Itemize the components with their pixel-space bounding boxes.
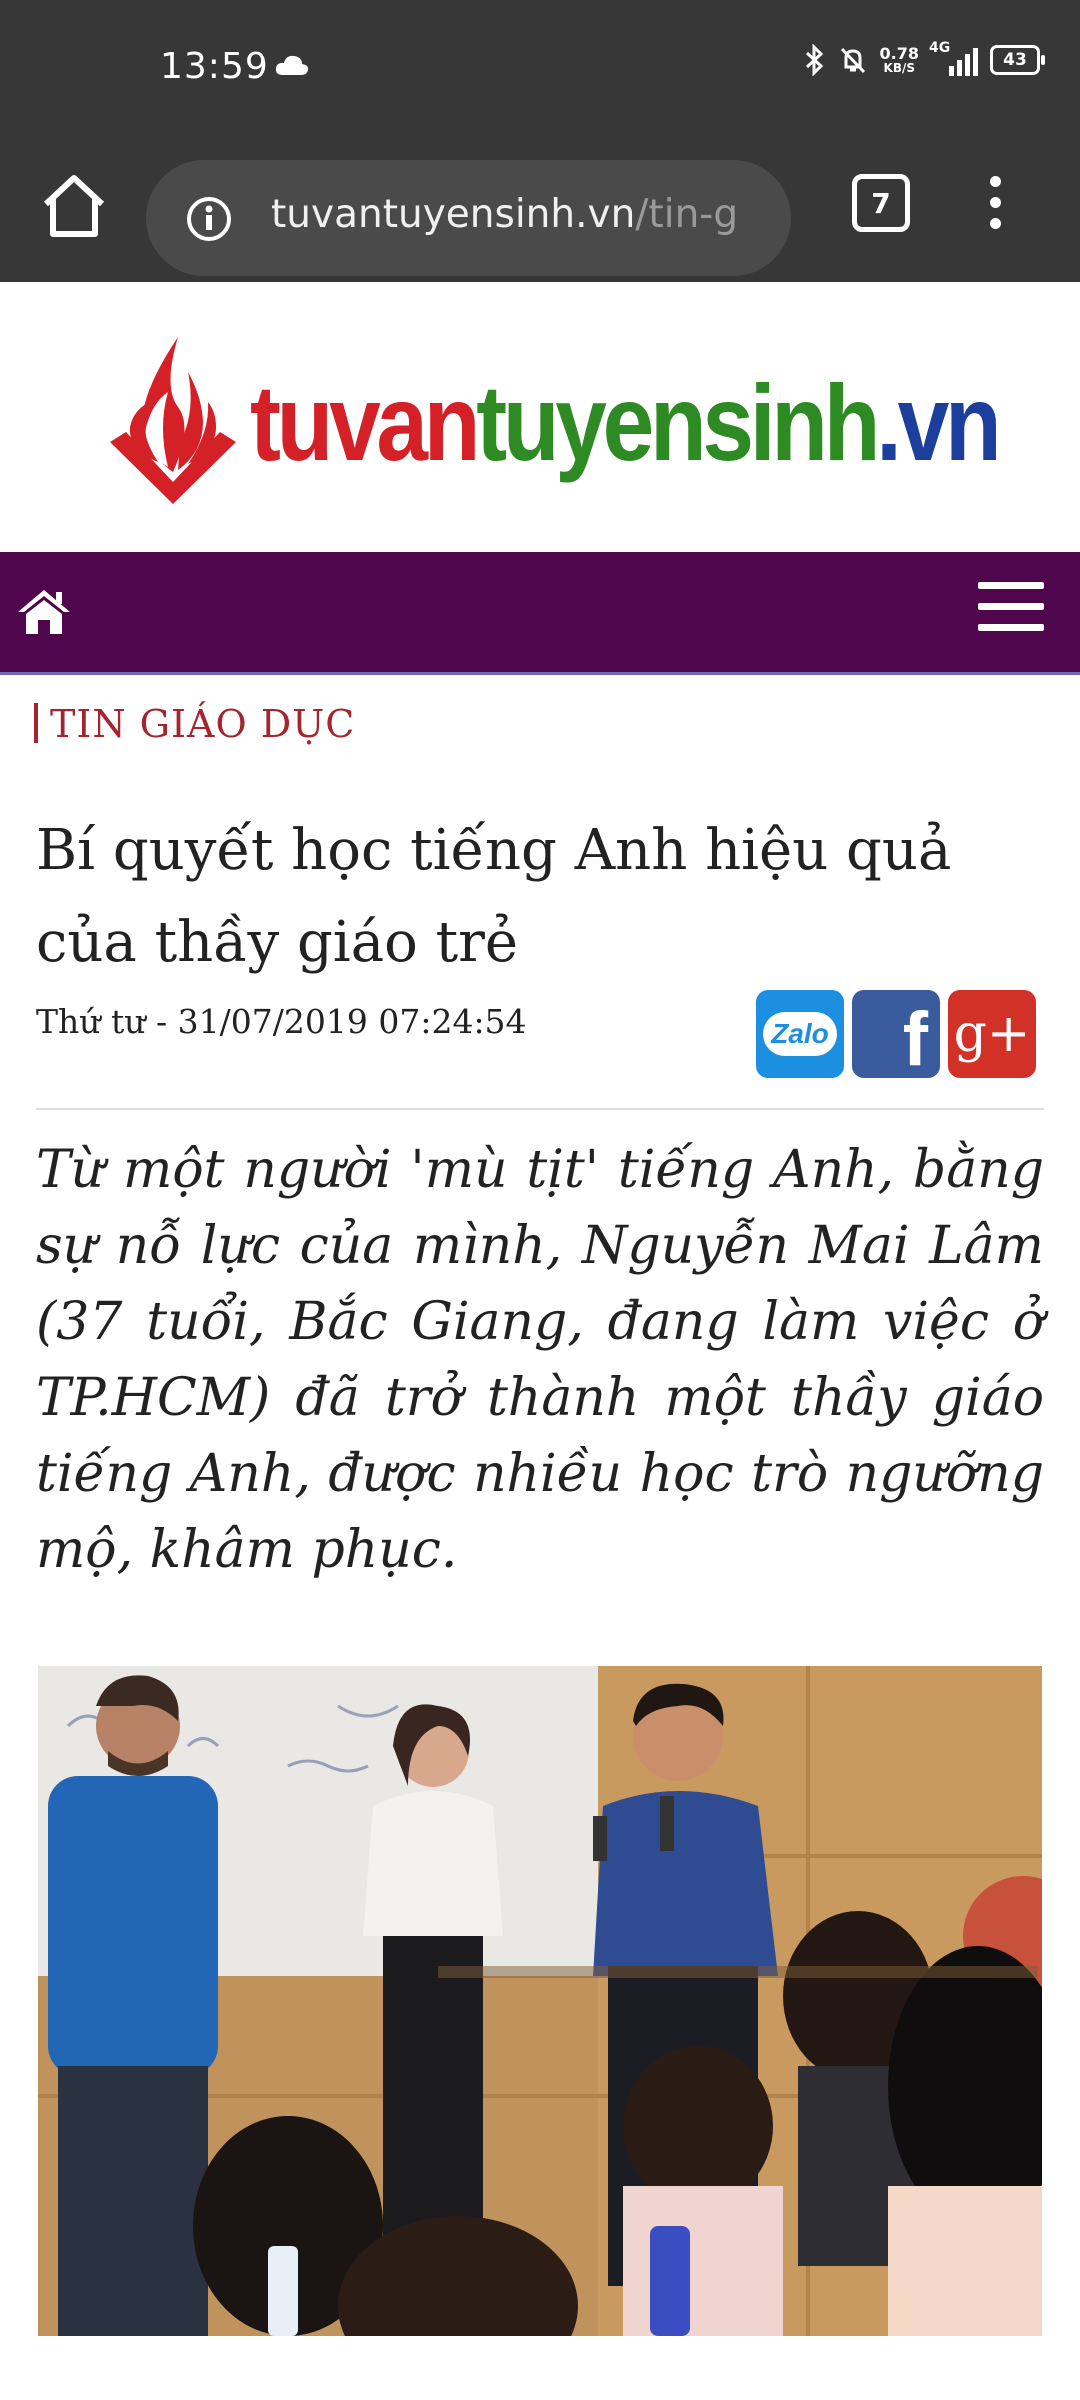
facebook-share-button[interactable]: f: [852, 990, 940, 1078]
status-time: 13:59: [160, 46, 269, 87]
logo-part-2: tuyensinh: [476, 362, 880, 483]
url-domain: tuvantuyensinh.vn: [271, 192, 636, 237]
tab-count: 7: [871, 186, 891, 220]
signal-bar: [965, 54, 970, 76]
home-icon[interactable]: [16, 588, 72, 636]
share-buttons: Zalo f g+: [756, 990, 1036, 1078]
browser-toolbar: tuvantuyensinh.vn/tin-g 7: [0, 132, 1080, 282]
cloud-icon: [275, 55, 309, 75]
logo-part-3: .vn: [876, 362, 1002, 483]
url-path: /tin-g: [635, 192, 739, 237]
signal-bar: [973, 48, 978, 76]
bluetooth-icon: [805, 44, 823, 76]
article-category[interactable]: TIN GIÁO DỤC: [34, 702, 355, 746]
url-text[interactable]: tuvantuyensinh.vn/tin-g: [271, 192, 771, 237]
site-header: tuvantuyensinh.vn: [0, 282, 1080, 552]
logo-flame-icon[interactable]: [108, 332, 238, 512]
zalo-share-button[interactable]: Zalo: [756, 990, 844, 1078]
title-line-1: Bí quyết học tiếng Anh hiệu quả: [36, 818, 952, 883]
zalo-label: Zalo: [763, 1012, 837, 1056]
hamburger-icon[interactable]: [978, 582, 1044, 645]
site-logo[interactable]: tuvantuyensinh.vn: [250, 360, 1002, 485]
article-lead: Từ một người 'mù tịt' tiếng Anh, bằng sự…: [36, 1140, 1044, 1580]
site-nav: [0, 552, 1080, 675]
info-icon[interactable]: [186, 196, 232, 242]
network-type: 4G: [929, 40, 951, 56]
signal-bar: [949, 66, 954, 76]
status-icons: 0.78 KB/S 4G 43: [804, 40, 1045, 76]
status-bar: 13:59 0.78 KB/S 4G 43: [0, 0, 1080, 132]
battery-icon: 43: [990, 45, 1045, 75]
google-plus-share-button[interactable]: g+: [948, 990, 1036, 1078]
signal-indicator: 4G: [929, 40, 978, 76]
title-line-2: của thầy giáo trẻ: [36, 910, 519, 975]
net-speed-value: 0.78: [879, 44, 919, 63]
more-vert-icon[interactable]: [975, 176, 1015, 240]
category-bar: [34, 703, 38, 743]
facebook-label: f: [902, 997, 928, 1082]
category-label: TIN GIÁO DỤC: [50, 702, 356, 746]
article-title: Bí quyết học tiếng Anh hiệu quả của thầy…: [36, 805, 1036, 989]
url-bar[interactable]: tuvantuyensinh.vn/tin-g: [146, 160, 791, 276]
article-date: Thứ tư - 31/07/2019 07:24:54: [36, 1002, 527, 1041]
mute-bell-icon: [840, 47, 865, 74]
signal-bar: [957, 60, 962, 76]
classroom-photo: [38, 1666, 1042, 2336]
logo-part-1: tuvan: [250, 362, 481, 483]
google-plus-label: g+: [953, 1004, 1031, 1064]
net-speed-unit: KB/S: [883, 61, 915, 75]
home-icon[interactable]: [38, 170, 110, 242]
tab-switcher-button[interactable]: 7: [852, 174, 910, 232]
article-photo[interactable]: [38, 1666, 1042, 2336]
battery-level: 43: [1003, 50, 1027, 70]
net-speed: 0.78 KB/S: [880, 45, 919, 75]
divider: [36, 1108, 1044, 1110]
